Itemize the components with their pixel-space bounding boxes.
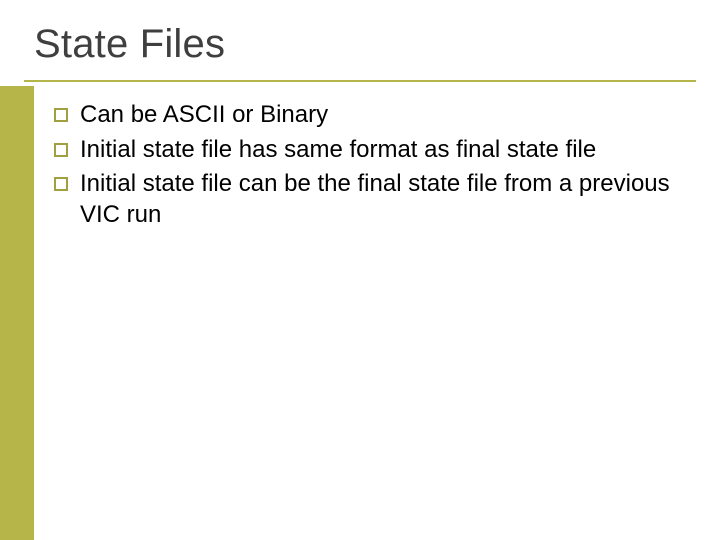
bullet-text: Initial state file has same format as fi…: [80, 135, 596, 166]
title-divider: [24, 80, 696, 82]
slide-title: State Files: [34, 22, 690, 67]
list-item: Initial state file has same format as fi…: [54, 135, 680, 166]
side-accent-bar: [0, 86, 34, 540]
square-bullet-icon: [54, 177, 68, 191]
list-item: Can be ASCII or Binary: [54, 100, 680, 131]
list-item: Initial state file can be the final stat…: [54, 169, 680, 230]
slide: State Files Can be ASCII or Binary Initi…: [0, 0, 720, 540]
bullet-text: Can be ASCII or Binary: [80, 100, 328, 131]
square-bullet-icon: [54, 143, 68, 157]
title-area: State Files: [34, 22, 690, 67]
square-bullet-icon: [54, 108, 68, 122]
bullet-text: Initial state file can be the final stat…: [80, 169, 680, 230]
content-area: Can be ASCII or Binary Initial state fil…: [54, 100, 680, 235]
